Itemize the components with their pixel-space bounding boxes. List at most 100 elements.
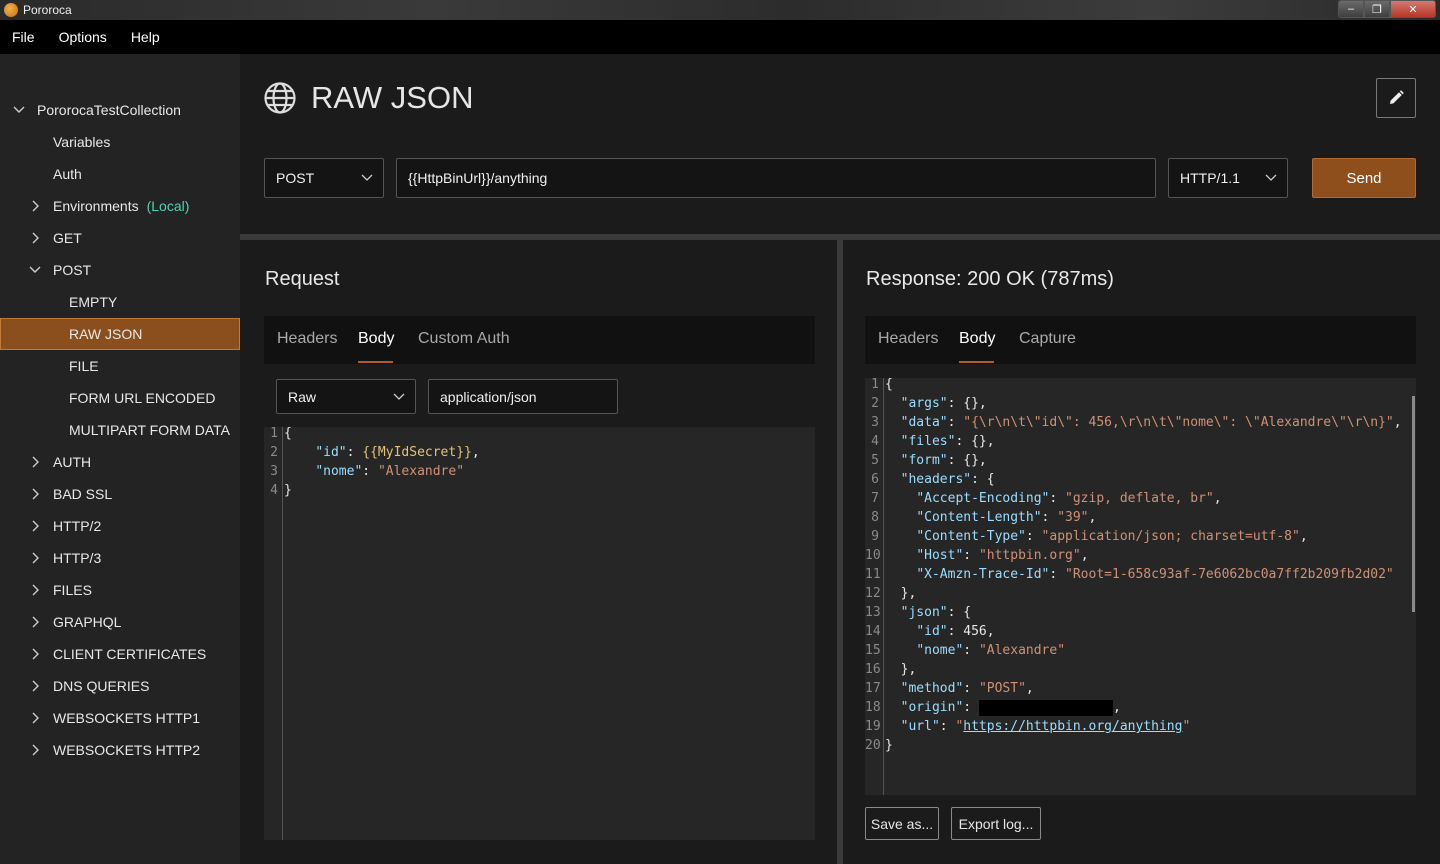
request-body-editor[interactable]: 1 {2 "id": {{MyIdSecret}}, 3 "nome": "Alex… (264, 426, 815, 840)
chevron-down-icon[interactable] (13, 105, 25, 115)
chevron-right-icon[interactable] (31, 520, 41, 532)
menu-options[interactable]: Options (59, 29, 107, 45)
code-token: : (947, 415, 964, 430)
body-mode-select[interactable]: Raw (276, 379, 416, 414)
close-button[interactable]: ✕ (1390, 0, 1436, 18)
code-token: : (963, 548, 979, 563)
response-body-viewer[interactable]: 1{2 "args": {}, 3 "data": "{\r\n\t\"id\":… (865, 377, 1416, 795)
send-button[interactable]: Send (1312, 158, 1416, 198)
window-controls: – ❐ ✕ (1338, 0, 1436, 18)
tree-item-environments[interactable]: Environments (Local) (0, 190, 240, 222)
environment-local-tag: (Local) (146, 198, 190, 214)
code-line: "form": {}, (885, 451, 987, 470)
app-logo-icon (4, 3, 18, 17)
tree-item-post[interactable]: POST (0, 254, 240, 286)
code-token: "args" (900, 396, 948, 411)
tree-item-label: HTTP/2 (53, 518, 102, 534)
tree-item-collection[interactable]: PororocaTestCollection (0, 94, 240, 126)
tree-item-folder[interactable]: HTTP/2 (0, 510, 240, 542)
tree-item-multipart-form-data[interactable]: MULTIPART FORM DATA (0, 414, 240, 446)
save-as-button[interactable]: Save as... (865, 807, 939, 840)
tree-item-folder[interactable]: WEBSOCKETS HTTP2 (0, 734, 240, 766)
url-input[interactable]: {{HttpBinUrl}}/anything (396, 158, 1156, 198)
chevron-down-icon[interactable] (29, 265, 41, 275)
export-log-button[interactable]: Export log... (951, 807, 1041, 840)
chevron-right-icon[interactable] (31, 552, 41, 564)
tree-item-empty[interactable]: EMPTY (0, 286, 240, 318)
code-token: : { (947, 605, 972, 620)
tab-response-body[interactable]: Body (959, 330, 995, 348)
tree-item-raw-json[interactable]: RAW JSON (0, 318, 240, 350)
tree-item-folder[interactable]: BAD SSL (0, 478, 240, 510)
response-scrollbar[interactable] (1412, 396, 1415, 612)
code-line: "origin": , (885, 698, 1121, 717)
code-token: { (885, 377, 893, 392)
code-line: }, (885, 584, 917, 603)
chevron-down-icon (1265, 174, 1277, 181)
http-version-select[interactable]: HTTP/1.1 (1168, 158, 1288, 198)
tree-item-get[interactable]: GET (0, 222, 240, 254)
chevron-right-icon[interactable] (31, 744, 41, 756)
tree-item-label: HTTP/3 (53, 550, 102, 566)
chevron-right-icon[interactable] (31, 232, 41, 244)
maximize-button[interactable]: ❐ (1364, 0, 1390, 18)
minimize-button[interactable]: – (1338, 0, 1364, 18)
vertical-splitter[interactable] (837, 240, 843, 864)
menu-file[interactable]: File (12, 29, 35, 45)
code-line: "nome": "Alexandre" (284, 462, 464, 481)
code-token[interactable]: https://httpbin.org/anything (963, 719, 1182, 734)
tab-request-body[interactable]: Body (358, 330, 394, 348)
code-token: } (885, 738, 893, 753)
rename-button[interactable] (1376, 78, 1416, 118)
menu-help[interactable]: Help (131, 29, 160, 45)
line-number: 16 (865, 662, 881, 677)
chevron-right-icon[interactable] (31, 584, 41, 596)
active-tab-indicator (358, 361, 393, 363)
tree-item-form-url-encoded[interactable]: FORM URL ENCODED (0, 382, 240, 414)
tree-item-folder[interactable]: FILES (0, 574, 240, 606)
tab-response-capture[interactable]: Capture (1019, 330, 1076, 348)
chevron-right-icon[interactable] (31, 712, 41, 724)
tree-item-label: Variables (53, 134, 111, 150)
chevron-down-icon (393, 393, 405, 400)
tree-item-folder[interactable]: HTTP/3 (0, 542, 240, 574)
tree-item-file[interactable]: FILE (0, 350, 240, 382)
code-token: "nome" (315, 464, 363, 479)
code-line: "Accept-Encoding": "gzip, deflate, br", (885, 489, 1221, 508)
tab-request-custom-auth[interactable]: Custom Auth (418, 330, 510, 348)
tree-item-folder[interactable]: GRAPHQL (0, 606, 240, 638)
chevron-right-icon[interactable] (31, 200, 41, 212)
globe-icon (264, 82, 296, 114)
http-method-select[interactable]: POST (264, 158, 384, 198)
chevron-right-icon[interactable] (31, 456, 41, 468)
tree-item-variables[interactable]: Variables (0, 126, 240, 158)
code-token: : {}, (955, 434, 995, 449)
chevron-right-icon[interactable] (31, 488, 41, 500)
code-token: , (1299, 529, 1308, 544)
tree-item-auth[interactable]: Auth (0, 158, 240, 190)
tree-item-folder[interactable]: AUTH (0, 446, 240, 478)
tab-response-headers[interactable]: Headers (878, 330, 938, 348)
tree-item-folder[interactable]: DNS QUERIES (0, 670, 240, 702)
chevron-right-icon[interactable] (31, 680, 41, 692)
code-token: : {}, (947, 396, 987, 411)
line-number: 4 (871, 434, 879, 449)
chevron-right-icon[interactable] (31, 616, 41, 628)
tab-request-headers[interactable]: Headers (277, 330, 337, 348)
code-line: "method": "POST", (885, 679, 1034, 698)
chevron-right-icon[interactable] (31, 648, 41, 660)
code-token: }, (885, 662, 917, 677)
tree-item-folder[interactable]: WEBSOCKETS HTTP1 (0, 702, 240, 734)
tree-item-folder[interactable]: CLIENT CERTIFICATES (0, 638, 240, 670)
line-number: 17 (865, 681, 881, 696)
code-token: : (1025, 529, 1042, 544)
content-type-input[interactable]: application/json (428, 379, 618, 414)
code-token: "url" (900, 719, 940, 734)
